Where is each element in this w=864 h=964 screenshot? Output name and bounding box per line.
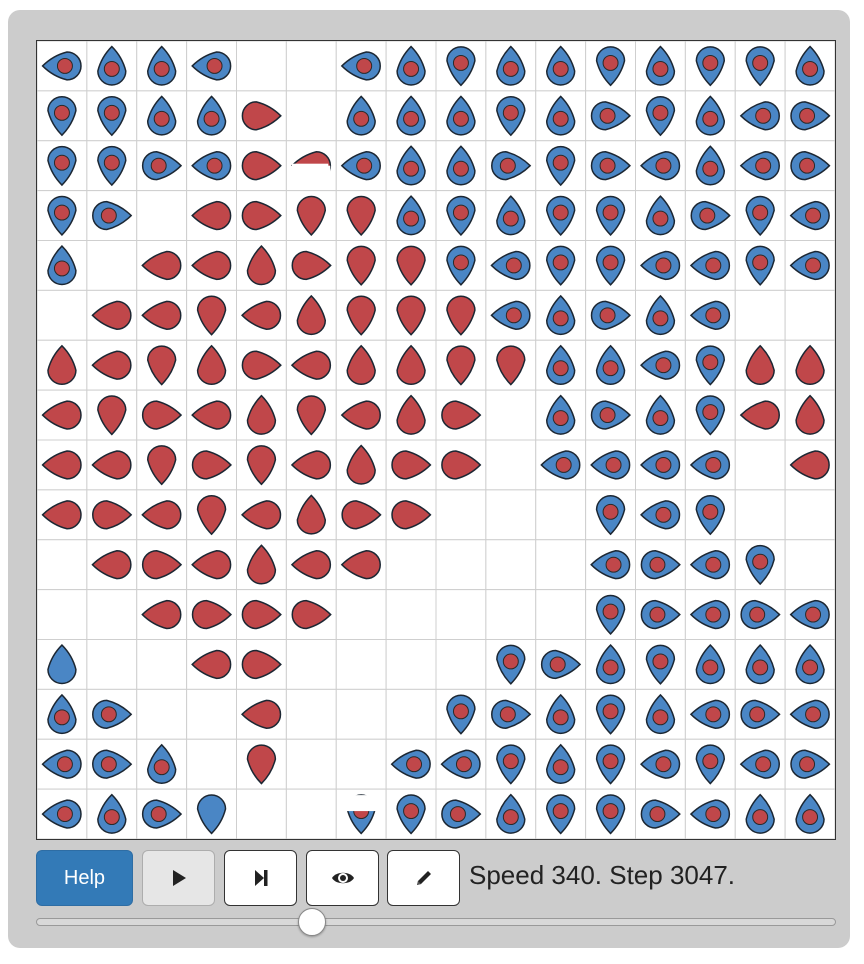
grid-cell[interactable] [136, 190, 188, 241]
game-board[interactable] [36, 40, 836, 840]
grid-cell[interactable] [136, 688, 188, 740]
eye-icon [331, 872, 354, 884]
grid-cell[interactable] [485, 389, 537, 441]
grid-cell[interactable] [86, 639, 138, 690]
grid-cell[interactable] [285, 41, 337, 92]
grid-cell[interactable] [784, 539, 835, 591]
grid-cell[interactable] [37, 539, 88, 591]
grid-cell[interactable] [86, 240, 138, 291]
grid-cell[interactable] [86, 589, 138, 640]
grid-cell[interactable] [435, 489, 487, 541]
grid-cell[interactable] [285, 738, 337, 790]
view-toggle-button[interactable] [306, 850, 379, 906]
grid-cell[interactable] [285, 639, 337, 690]
help-button[interactable]: Help [36, 850, 133, 906]
grid-svg[interactable] [37, 41, 835, 839]
grid-cell[interactable] [435, 589, 487, 640]
simulator-frame: Help Speed 340. Step 3047. [8, 10, 850, 948]
step-forward-icon [254, 870, 267, 886]
pencil-icon [416, 871, 431, 885]
status-text: Speed 340. Step 3047. [469, 860, 736, 890]
grid-cell[interactable] [734, 489, 786, 541]
grid-cell[interactable] [186, 738, 237, 790]
grid-cell[interactable] [136, 639, 188, 690]
grid-cell[interactable] [335, 688, 387, 740]
grid-cell[interactable] [385, 639, 437, 690]
play-button[interactable] [142, 850, 215, 906]
step-forward-button[interactable] [224, 850, 297, 906]
grid-cell[interactable] [285, 788, 337, 839]
grid-cell[interactable] [784, 289, 835, 341]
grid-cell[interactable] [385, 539, 437, 591]
grid-cell[interactable] [784, 489, 835, 541]
control-bar: Help Speed 340. Step 3047. [36, 850, 836, 908]
grid-cell[interactable] [535, 589, 587, 640]
grid-cell[interactable] [335, 639, 387, 690]
grid-cell[interactable] [435, 539, 487, 591]
edit-button[interactable] [387, 850, 460, 906]
grid-cell[interactable] [435, 639, 487, 690]
grid-cell[interactable] [734, 289, 786, 341]
grid-cell[interactable] [37, 589, 88, 640]
grid-cell[interactable] [236, 41, 287, 92]
grid-cell[interactable] [734, 439, 786, 491]
slider-thumb[interactable] [298, 908, 326, 936]
help-button-label: Help [63, 866, 106, 889]
slider-track [36, 918, 836, 926]
grid-cell[interactable] [385, 589, 437, 640]
grid-cell[interactable] [485, 539, 537, 591]
grid-cell[interactable] [335, 738, 387, 790]
grid-cell[interactable] [485, 489, 537, 541]
grid-cell[interactable] [285, 90, 337, 142]
grid-cell[interactable] [535, 489, 587, 541]
speed-slider[interactable] [36, 908, 836, 936]
play-icon [172, 870, 186, 886]
grid-cell[interactable] [37, 289, 88, 341]
grid-cell[interactable] [236, 788, 287, 839]
grid-cell[interactable] [485, 589, 537, 640]
grid-cell[interactable] [535, 539, 587, 591]
grid-cell[interactable] [385, 688, 437, 740]
grid-cell[interactable] [285, 688, 337, 740]
grid-cell[interactable] [335, 589, 387, 640]
grid-cell[interactable] [186, 688, 237, 740]
grid-cell[interactable] [485, 439, 537, 491]
